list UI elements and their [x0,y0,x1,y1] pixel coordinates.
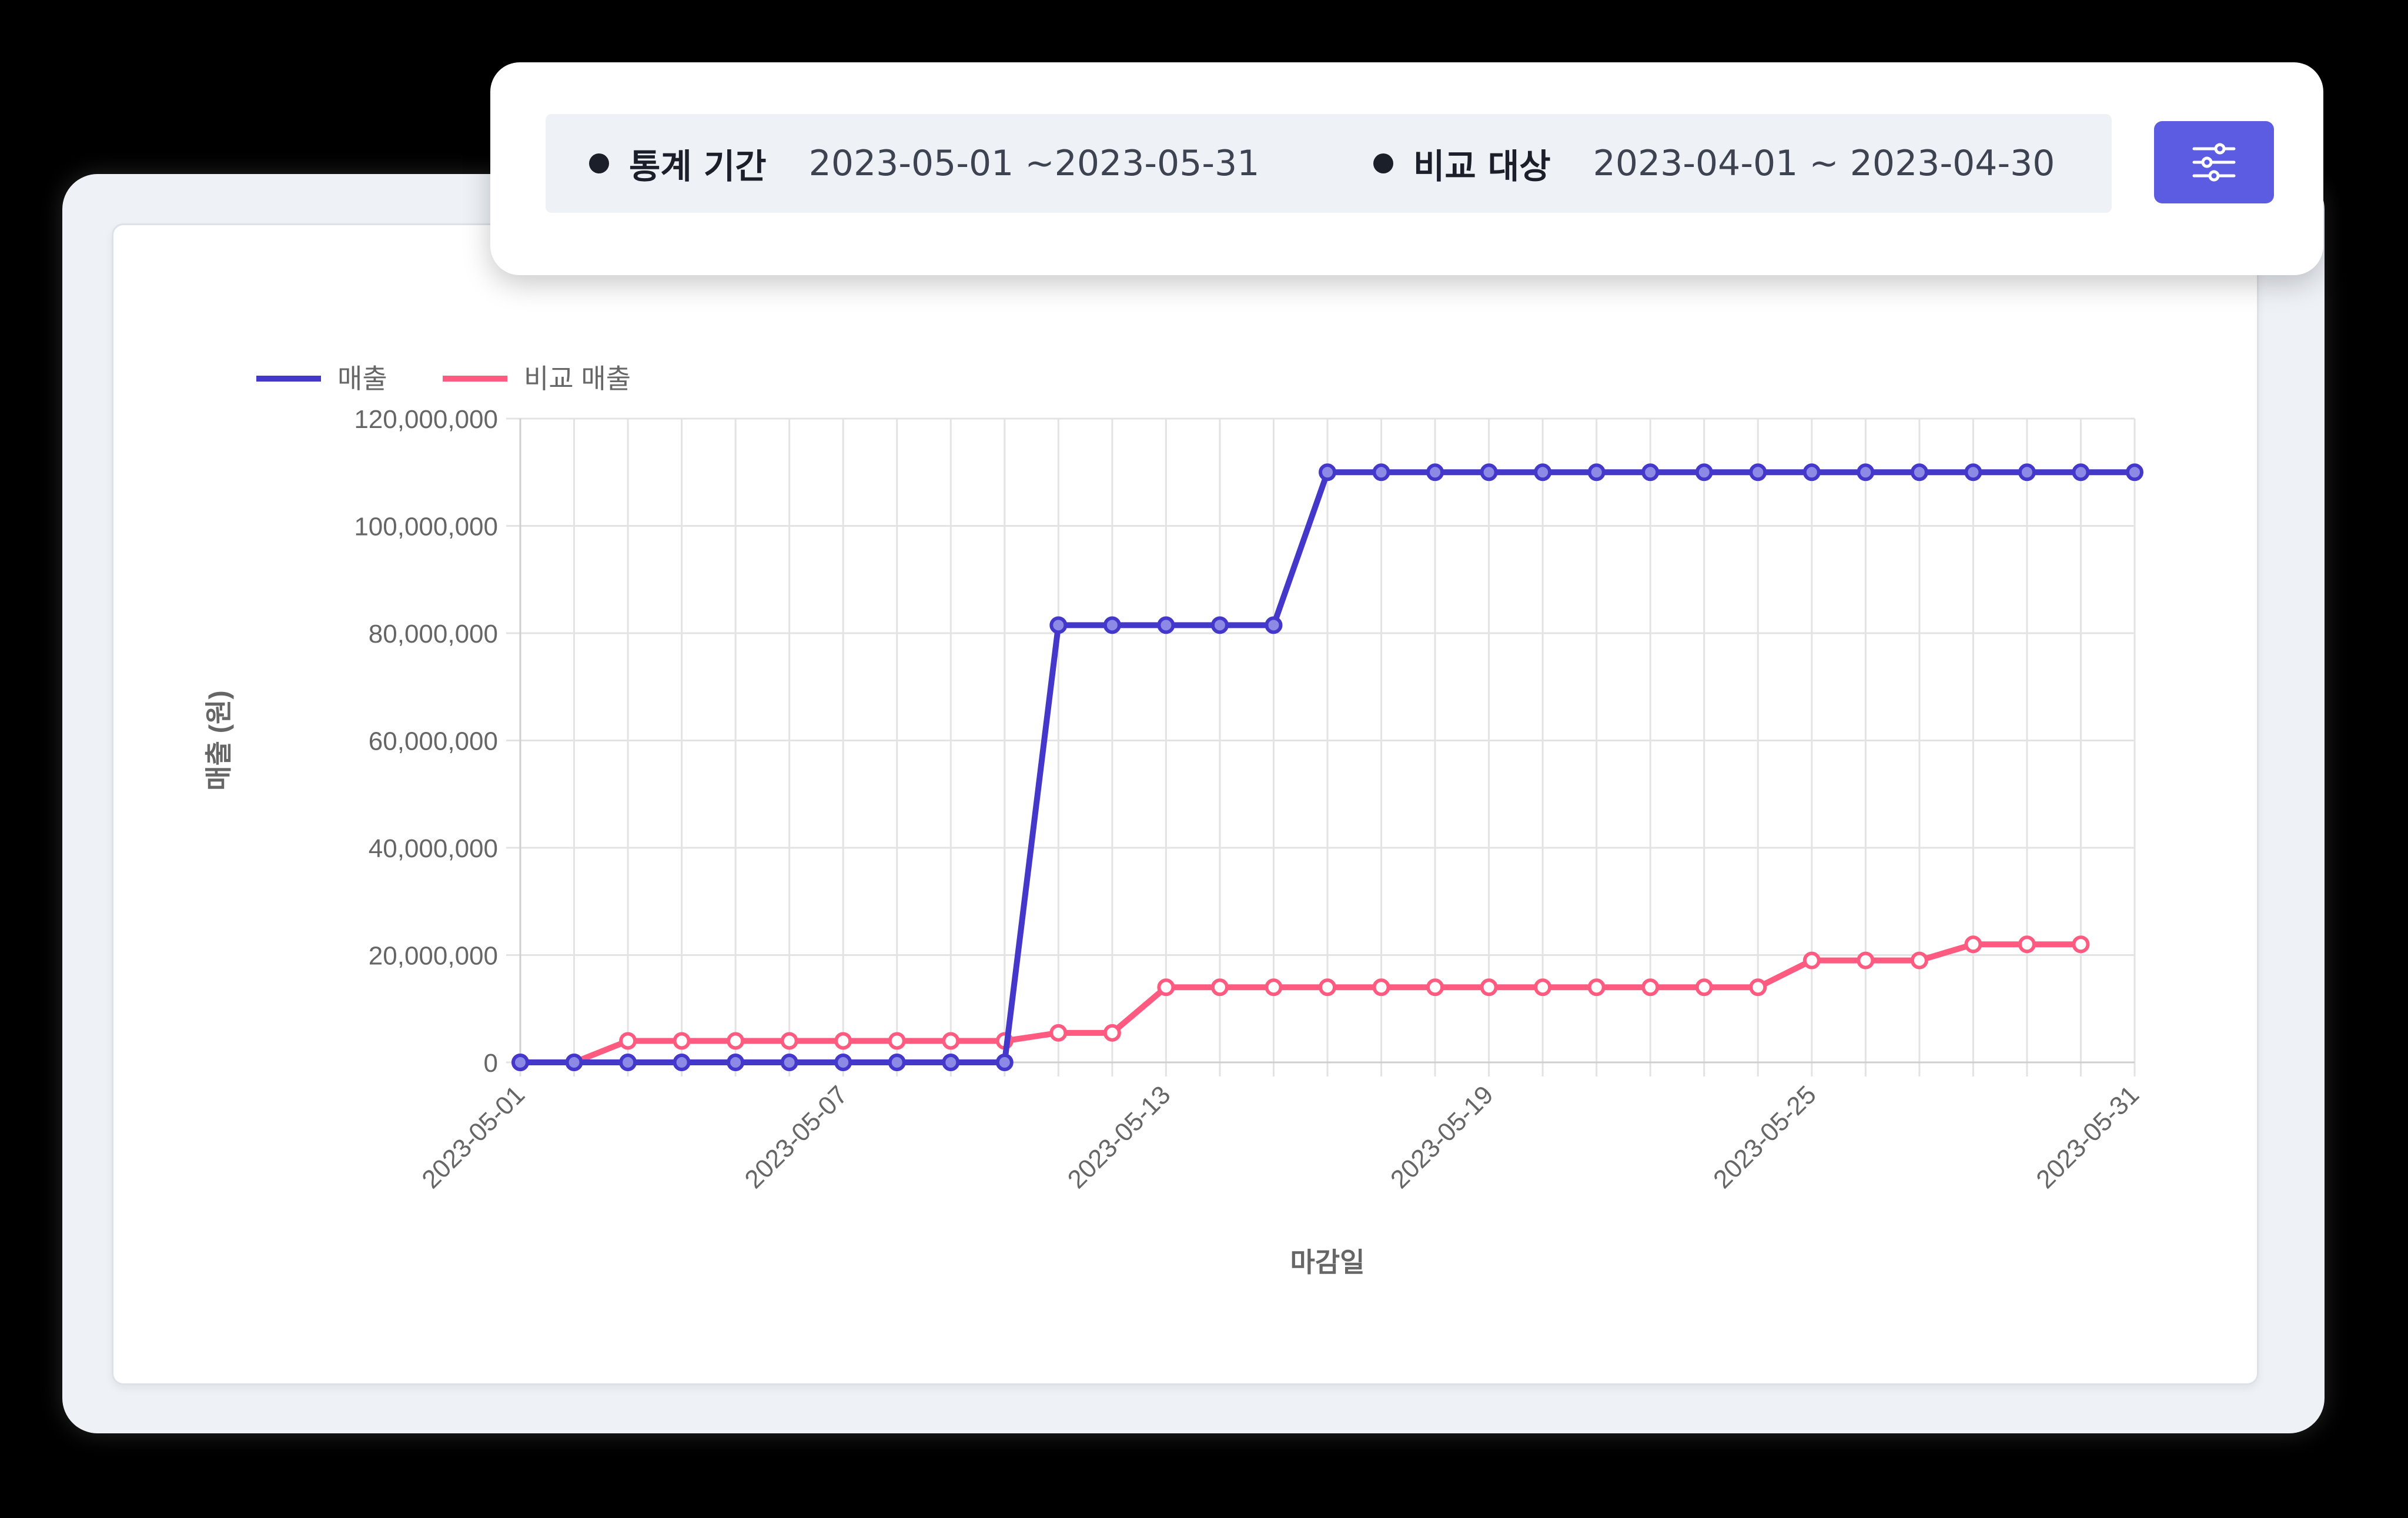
series-line [517,941,2084,1065]
data-point [780,1032,798,1050]
data-point [942,1054,960,1071]
bullet-icon [1373,153,1393,173]
data-point [1802,951,1821,969]
data-point [1910,951,1928,969]
data-point [727,1032,745,1050]
data-point [1587,978,1606,997]
data-point [619,1054,637,1071]
y-tick-label: 0 [484,1049,498,1078]
data-point [1049,616,1068,634]
date-filter-bar[interactable]: 통계 기간 2023-05-01 ~2023-05-31 비교 대상 2023-… [546,114,2112,213]
data-point [780,1054,798,1071]
chart-panel: 0 20,000,000 40,000,000 60,000,000 80,000,00… [112,223,2259,1385]
data-point [2072,935,2090,954]
data-point [1265,616,1283,634]
data-point [1157,616,1175,634]
data-point [1210,616,1229,634]
data-point [1802,463,1821,482]
legend-label: 매출 [337,363,387,394]
data-point [1480,978,1498,997]
data-point [1103,616,1121,634]
y-tick-label: 80,000,000 [369,620,498,648]
data-point [1319,463,1336,482]
x-tick-label: 2023-05-13 [1062,1080,1176,1194]
data-point [995,1054,1014,1071]
data-point [834,1032,852,1050]
data-point [619,1032,637,1050]
filter-settings-button[interactable] [2154,121,2274,203]
compare-period-value[interactable]: 2023-04-01 ~ 2023-04-30 [1593,143,2055,184]
data-point [1587,463,1606,482]
data-point [1641,463,1660,482]
data-point [1964,463,1982,482]
x-axis-title: 마감일 [1290,1247,1365,1278]
data-point [1480,463,1498,482]
data-point [1641,978,1660,997]
data-point [727,1054,745,1071]
y-tick-label: 20,000,000 [369,942,498,971]
data-point [2018,463,2036,482]
data-point [1426,978,1444,997]
data-point [673,1032,691,1050]
x-tick-label: 2023-05-19 [1385,1080,1499,1194]
data-point [1157,978,1175,997]
data-point [2126,463,2143,482]
filter-card: 통계 기간 2023-05-01 ~2023-05-31 비교 대상 2023-… [490,62,2323,275]
data-point [1049,1024,1068,1042]
data-point [1910,463,1928,482]
y-tick-label: 40,000,000 [369,834,498,863]
x-tick-label: 2023-05-25 [1708,1080,1822,1194]
data-point [1749,463,1767,482]
x-tick-label: 2023-05-07 [739,1080,853,1194]
stat-period-group[interactable]: 통계 기간 2023-05-01 ~2023-05-31 [589,139,1259,188]
data-point [2072,463,2090,482]
data-point [1695,978,1713,997]
data-point [1534,978,1552,997]
data-point [1857,463,1875,482]
sales-line-chart: 0 20,000,000 40,000,000 60,000,000 80,000,00… [203,363,2145,1278]
bullet-icon [589,153,609,173]
x-tick-label: 2023-05-31 [2031,1080,2145,1194]
data-point [1372,463,1390,482]
report-card: 0 20,000,000 40,000,000 60,000,000 80,000,00… [62,174,2325,1433]
data-point [1426,463,1444,482]
data-point [1372,978,1390,997]
y-tick-label: 120,000,000 [354,405,498,434]
data-point [1749,978,1767,997]
stat-period-value[interactable]: 2023-05-01 ~2023-05-31 [809,143,1260,184]
y-axis-title: 매출 (원) [203,690,234,790]
data-point [1103,1024,1121,1042]
stat-period-label: 통계 기간 [629,146,767,186]
y-tick-label: 100,000,000 [354,513,498,541]
compare-period-label: 비교 대상 [1413,146,1551,186]
data-point [511,1054,529,1071]
compare-period-group[interactable]: 비교 대상 2023-04-01 ~ 2023-04-30 [1373,139,2055,188]
data-point [942,1032,960,1050]
data-point [888,1032,906,1050]
data-point [565,1054,583,1071]
legend-label: 비교 매출 [524,363,631,394]
sliders-icon [2192,143,2236,182]
data-point [1695,463,1713,482]
data-point [2018,935,2036,954]
data-point [1210,978,1229,997]
y-tick-label: 60,000,000 [369,727,498,756]
data-point [1857,951,1875,969]
data-point [1319,978,1336,997]
data-point [673,1054,691,1071]
data-point [834,1054,852,1071]
data-point [1964,935,1982,954]
data-point [1265,978,1283,997]
data-point [1534,463,1552,482]
data-point [888,1054,906,1071]
x-tick-label: 2023-05-01 [416,1080,530,1194]
